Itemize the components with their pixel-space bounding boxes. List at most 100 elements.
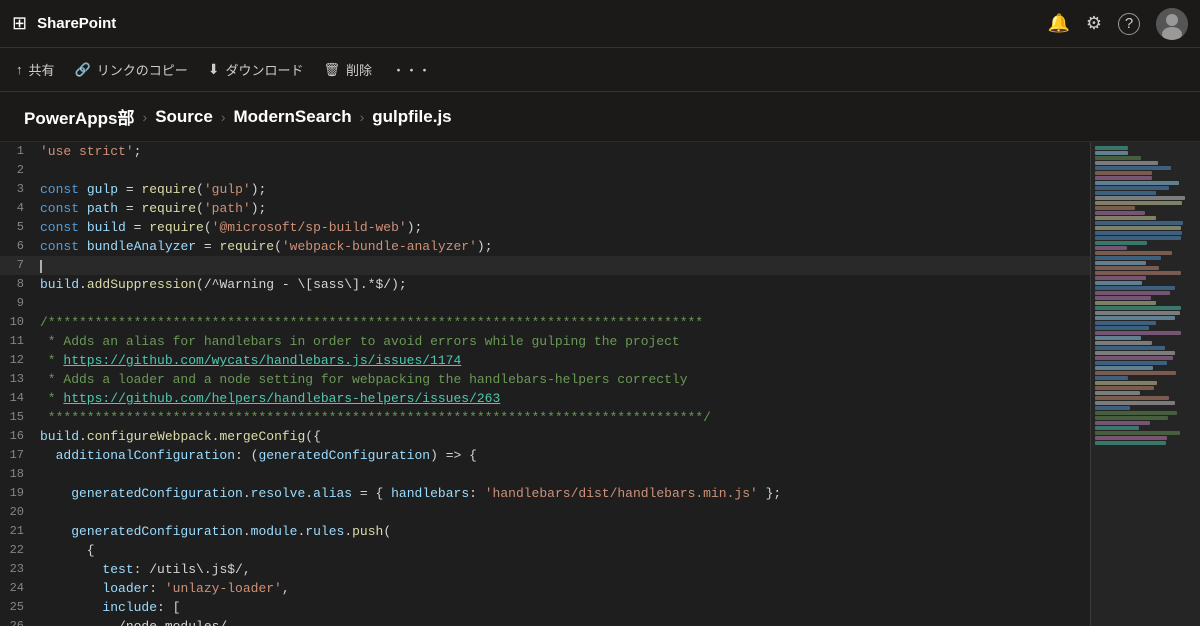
download-button[interactable]: ⬇ ダウンロード	[208, 60, 304, 79]
code-view[interactable]: 1'use strict';23const gulp = require('gu…	[0, 142, 1200, 626]
breadcrumb-powerapps[interactable]: PowerApps部	[24, 104, 135, 129]
breadcrumb-sep-3: ›	[360, 109, 365, 125]
line-number: 7	[0, 256, 36, 275]
line-content	[36, 503, 40, 522]
code-line-10: 10/*************************************…	[0, 313, 1200, 332]
line-number: 23	[0, 560, 36, 579]
line-content: build.addSuppression(/^Warning - \[sass\…	[36, 275, 407, 294]
code-line-22: 22 {	[0, 541, 1200, 560]
minimap	[1090, 142, 1200, 626]
line-number: 16	[0, 427, 36, 446]
code-line-17: 17 additionalConfiguration: (generatedCo…	[0, 446, 1200, 465]
breadcrumb-sep-1: ›	[143, 109, 148, 125]
share-label: 共有	[29, 60, 55, 79]
line-content	[36, 161, 40, 180]
code-line-7: 7	[0, 256, 1200, 275]
line-number: 21	[0, 522, 36, 541]
code-line-9: 9	[0, 294, 1200, 313]
line-number: 15	[0, 408, 36, 427]
code-line-25: 25 include: [	[0, 598, 1200, 617]
line-content: loader: 'unlazy-loader',	[36, 579, 290, 598]
line-number: 22	[0, 541, 36, 560]
line-content: const bundleAnalyzer = require('webpack-…	[36, 237, 493, 256]
settings-icon[interactable]: ⚙	[1086, 13, 1102, 34]
delete-icon: 🗑	[323, 62, 340, 78]
line-content: include: [	[36, 598, 180, 617]
line-content: test: /utils\.js$/,	[36, 560, 251, 579]
line-number: 25	[0, 598, 36, 617]
code-line-24: 24 loader: 'unlazy-loader',	[0, 579, 1200, 598]
copy-link-button[interactable]: 🔗 リンクのコピー	[75, 60, 188, 79]
line-number: 13	[0, 370, 36, 389]
line-number: 10	[0, 313, 36, 332]
line-content: const build = require('@microsoft/sp-bui…	[36, 218, 422, 237]
breadcrumb-modernsearch[interactable]: ModernSearch	[234, 107, 352, 127]
code-line-6: 6const bundleAnalyzer = require('webpack…	[0, 237, 1200, 256]
code-line-5: 5const build = require('@microsoft/sp-bu…	[0, 218, 1200, 237]
code-line-14: 14 * https://github.com/helpers/handleba…	[0, 389, 1200, 408]
line-content: /***************************************…	[36, 313, 703, 332]
line-number: 1	[0, 142, 36, 161]
line-number: 2	[0, 161, 36, 180]
line-number: 5	[0, 218, 36, 237]
line-number: 11	[0, 332, 36, 351]
code-line-2: 2	[0, 161, 1200, 180]
share-icon: ↑	[16, 62, 23, 77]
code-line-11: 11 * Adds an alias for handlebars in ord…	[0, 332, 1200, 351]
line-number: 12	[0, 351, 36, 370]
share-button[interactable]: ↑ 共有	[16, 60, 55, 79]
minimap-content	[1091, 142, 1200, 450]
code-line-12: 12 * https://github.com/wycats/handlebar…	[0, 351, 1200, 370]
breadcrumb: PowerApps部 › Source › ModernSearch › gul…	[0, 92, 1200, 142]
line-content: * https://github.com/wycats/handlebars.j…	[36, 351, 461, 370]
line-content: const gulp = require('gulp');	[36, 180, 266, 199]
line-number: 9	[0, 294, 36, 313]
more-button[interactable]: ・・・	[392, 60, 431, 79]
line-content: build.configureWebpack.mergeConfig({	[36, 427, 321, 446]
line-content: generatedConfiguration.module.rules.push…	[36, 522, 391, 541]
line-content	[36, 465, 40, 484]
link-icon: 🔗	[75, 62, 91, 78]
notification-icon[interactable]: 🔔	[1047, 13, 1069, 34]
code-line-8: 8build.addSuppression(/^Warning - \[sass…	[0, 275, 1200, 294]
breadcrumb-sep-2: ›	[221, 109, 226, 125]
code-line-26: 26 /node_modules/,	[0, 617, 1200, 626]
download-label: ダウンロード	[225, 60, 303, 79]
line-content: * https://github.com/helpers/handlebars-…	[36, 389, 500, 408]
help-icon[interactable]: ?	[1118, 13, 1140, 35]
line-number: 17	[0, 446, 36, 465]
code-line-16: 16build.configureWebpack.mergeConfig({	[0, 427, 1200, 446]
code-line-4: 4const path = require('path');	[0, 199, 1200, 218]
download-icon: ⬇	[208, 61, 220, 78]
line-number: 20	[0, 503, 36, 522]
line-content: ****************************************…	[36, 408, 711, 427]
code-line-18: 18	[0, 465, 1200, 484]
line-number: 18	[0, 465, 36, 484]
line-content: const path = require('path');	[36, 199, 266, 218]
app-name: SharePoint	[37, 15, 116, 32]
code-line-3: 3const gulp = require('gulp');	[0, 180, 1200, 199]
code-line-19: 19 generatedConfiguration.resolve.alias …	[0, 484, 1200, 503]
user-avatar[interactable]	[1156, 8, 1188, 40]
line-content: 'use strict';	[36, 142, 141, 161]
line-content: generatedConfiguration.resolve.alias = {…	[36, 484, 781, 503]
line-content	[36, 294, 40, 313]
breadcrumb-gulpfile[interactable]: gulpfile.js	[372, 107, 451, 127]
line-number: 24	[0, 579, 36, 598]
line-content: * Adds a loader and a node setting for w…	[36, 370, 688, 389]
line-number: 6	[0, 237, 36, 256]
copy-link-label: リンクのコピー	[97, 60, 188, 79]
line-content: * Adds an alias for handlebars in order …	[36, 332, 680, 351]
delete-label: 削除	[346, 60, 372, 79]
code-line-15: 15 *************************************…	[0, 408, 1200, 427]
grid-icon[interactable]: ⊞	[12, 13, 27, 34]
top-nav: ⊞ SharePoint 🔔 ⚙ ?	[0, 0, 1200, 48]
delete-button[interactable]: 🗑 削除	[323, 60, 372, 79]
line-number: 8	[0, 275, 36, 294]
code-area: 1'use strict';23const gulp = require('gu…	[0, 142, 1200, 626]
line-content: /node_modules/,	[36, 617, 235, 626]
line-number: 19	[0, 484, 36, 503]
line-number: 4	[0, 199, 36, 218]
line-number: 26	[0, 617, 36, 626]
breadcrumb-source[interactable]: Source	[155, 107, 213, 127]
